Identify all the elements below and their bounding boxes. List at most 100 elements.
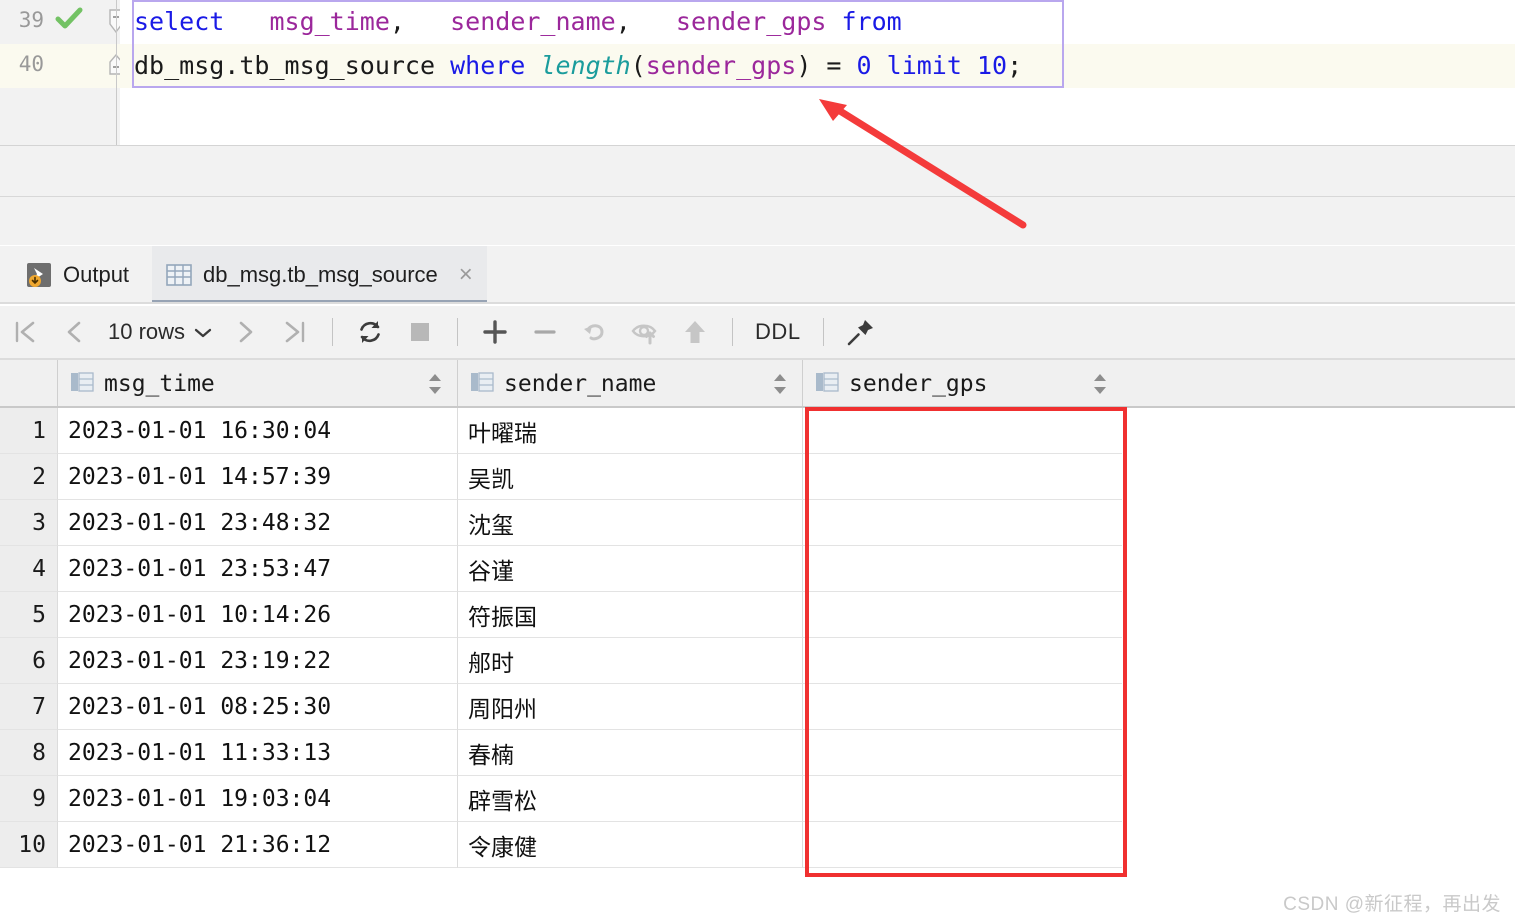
sql-editor[interactable]: 39 40 select msg_time, sender_name, send…: [0, 0, 1515, 146]
table-grid-icon: [166, 263, 192, 287]
cell-sender-gps[interactable]: [802, 592, 1122, 638]
column-table-icon: [815, 371, 839, 398]
cell-sender-name[interactable]: 辟雪松: [457, 776, 802, 822]
cell-sender-gps[interactable]: [802, 730, 1122, 776]
sql-column-sender-gps: sender_gps: [675, 7, 827, 36]
tabbar-bottom-border: [0, 302, 1515, 304]
pin-icon[interactable]: [839, 310, 883, 354]
table-row[interactable]: 5 2023-01-01 10:14:26 符振国: [0, 592, 1515, 638]
check-icon[interactable]: [55, 6, 83, 37]
row-number[interactable]: 9: [0, 776, 57, 822]
rows-count-selector[interactable]: 10 rows: [100, 319, 220, 345]
last-page-icon[interactable]: [273, 310, 317, 354]
table-row[interactable]: 10 2023-01-01 21:36:12 令康健: [0, 822, 1515, 868]
eye-upload-icon[interactable]: [623, 310, 667, 354]
sort-arrows-icon[interactable]: [427, 373, 443, 400]
column-header-msg-time[interactable]: msg_time: [57, 360, 457, 408]
code-line-40[interactable]: db_msg.tb_msg_source where length(sender…: [120, 44, 1515, 88]
cell-sender-name[interactable]: 叶曜瑞: [457, 408, 802, 454]
first-page-icon[interactable]: [3, 310, 47, 354]
gutter-row-40: 40: [0, 44, 123, 88]
sql-keyword-select: select: [134, 7, 225, 36]
cell-sender-name[interactable]: 周阳州: [457, 684, 802, 730]
chevron-down-icon[interactable]: [194, 319, 212, 345]
results-tabbar[interactable]: Output db_msg.tb_msg_source ×: [0, 246, 1515, 304]
sort-arrows-icon[interactable]: [772, 373, 788, 400]
gutter-row-39: 39: [0, 0, 123, 44]
cell-msg-time[interactable]: 2023-01-01 23:53:47: [57, 546, 457, 592]
grid-header-row: msg_time sender_name sender_gps: [0, 360, 1515, 408]
sql-comma: ,: [389, 7, 405, 36]
cell-sender-gps[interactable]: [802, 546, 1122, 592]
row-number[interactable]: 1: [0, 408, 57, 454]
table-row[interactable]: 9 2023-01-01 19:03:04 辟雪松: [0, 776, 1515, 822]
row-number[interactable]: 3: [0, 500, 57, 546]
previous-page-icon[interactable]: [53, 310, 97, 354]
cell-msg-time[interactable]: 2023-01-01 10:14:26: [57, 592, 457, 638]
next-page-icon[interactable]: [223, 310, 267, 354]
sort-arrows-icon[interactable]: [1092, 373, 1108, 400]
cell-sender-name[interactable]: 吴凯: [457, 454, 802, 500]
table-row[interactable]: 8 2023-01-01 11:33:13 春楠: [0, 730, 1515, 776]
cell-msg-time[interactable]: 2023-01-01 23:19:22: [57, 638, 457, 684]
minus-icon[interactable]: [523, 310, 567, 354]
cell-sender-name[interactable]: 令康健: [457, 822, 802, 868]
cell-sender-name[interactable]: 谷谨: [457, 546, 802, 592]
line-number: 39: [18, 8, 44, 32]
refresh-icon[interactable]: [348, 310, 392, 354]
revert-undo-icon[interactable]: [573, 310, 617, 354]
tab-output[interactable]: Output: [12, 246, 143, 304]
row-number[interactable]: 6: [0, 638, 57, 684]
cell-msg-time[interactable]: 2023-01-01 16:30:04: [57, 408, 457, 454]
plus-icon[interactable]: [473, 310, 517, 354]
table-row[interactable]: 4 2023-01-01 23:53:47 谷谨: [0, 546, 1515, 592]
table-row[interactable]: 3 2023-01-01 23:48:32 沈玺: [0, 500, 1515, 546]
cell-sender-name[interactable]: 郍时: [457, 638, 802, 684]
cell-msg-time[interactable]: 2023-01-01 21:36:12: [57, 822, 457, 868]
cell-sender-gps[interactable]: [802, 822, 1122, 868]
toolbar-divider: [732, 318, 734, 346]
ddl-button[interactable]: DDL: [745, 319, 811, 345]
sql-space: [826, 7, 841, 36]
sql-comma: ,: [615, 7, 631, 36]
cell-msg-time[interactable]: 2023-01-01 08:25:30: [57, 684, 457, 730]
code-line-39[interactable]: select msg_time, sender_name, sender_gps…: [120, 0, 1515, 44]
row-number[interactable]: 5: [0, 592, 57, 638]
column-header-sender-gps[interactable]: sender_gps: [802, 360, 1122, 408]
cell-sender-name[interactable]: 沈玺: [457, 500, 802, 546]
result-grid[interactable]: msg_time sender_name sender_gps 1 2023-0…: [0, 360, 1515, 880]
close-icon[interactable]: ×: [459, 263, 473, 287]
row-number[interactable]: 7: [0, 684, 57, 730]
row-number[interactable]: 8: [0, 730, 57, 776]
results-toolbar[interactable]: 10 rows DDL: [0, 306, 1515, 358]
red-arrow-annotation: [819, 99, 1027, 229]
stop-icon[interactable]: [398, 310, 442, 354]
column-header-sender-name[interactable]: sender_name: [457, 360, 802, 408]
cell-sender-gps[interactable]: [802, 408, 1122, 454]
row-number[interactable]: 10: [0, 822, 57, 868]
sql-space: [962, 51, 977, 80]
cell-sender-gps[interactable]: [802, 684, 1122, 730]
cell-sender-name[interactable]: 符振国: [457, 592, 802, 638]
table-row[interactable]: 1 2023-01-01 16:30:04 叶曜瑞: [0, 408, 1515, 454]
cell-sender-name[interactable]: 春楠: [457, 730, 802, 776]
table-row[interactable]: 7 2023-01-01 08:25:30 周阳州: [0, 684, 1515, 730]
table-row[interactable]: 6 2023-01-01 23:19:22 郍时: [0, 638, 1515, 684]
cell-msg-time[interactable]: 2023-01-01 11:33:13: [57, 730, 457, 776]
line-number: 40: [18, 52, 44, 76]
row-number[interactable]: 4: [0, 546, 57, 592]
table-row[interactable]: 2 2023-01-01 14:57:39 吴凯: [0, 454, 1515, 500]
up-arrow-commit-icon[interactable]: [673, 310, 717, 354]
editor-gutter: 39 40: [0, 0, 123, 146]
cell-sender-gps[interactable]: [802, 500, 1122, 546]
toolbar-divider: [822, 318, 824, 346]
panel-separator: [0, 196, 1515, 197]
cell-msg-time[interactable]: 2023-01-01 23:48:32: [57, 500, 457, 546]
cell-sender-gps[interactable]: [802, 454, 1122, 500]
cell-sender-gps[interactable]: [802, 638, 1122, 684]
row-number[interactable]: 2: [0, 454, 57, 500]
cell-msg-time[interactable]: 2023-01-01 14:57:39: [57, 454, 457, 500]
cell-sender-gps[interactable]: [802, 776, 1122, 822]
tab-db-msg-tb-msg-source[interactable]: db_msg.tb_msg_source ×: [152, 246, 487, 304]
cell-msg-time[interactable]: 2023-01-01 19:03:04: [57, 776, 457, 822]
